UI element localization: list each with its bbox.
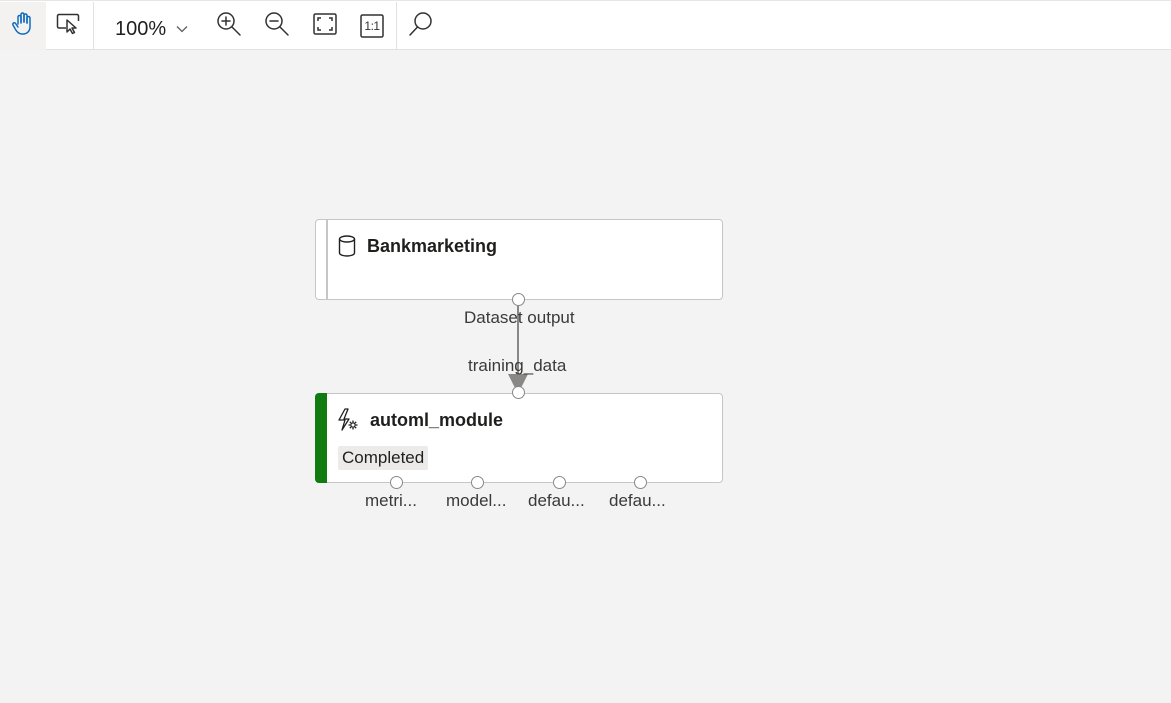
output-port-metrics[interactable] (390, 476, 403, 489)
select-tool-button[interactable] (46, 2, 92, 50)
output-port-default-2[interactable] (634, 476, 647, 489)
database-icon (337, 234, 357, 258)
pointer-select-icon (56, 13, 82, 40)
actual-size-icon: 1:1 (360, 14, 384, 38)
output-port-label: defau... (528, 491, 585, 510)
zoom-out-icon (264, 11, 290, 42)
output-port-label: metri... (365, 491, 417, 510)
pan-tool-button[interactable] (0, 2, 46, 50)
chevron-down-icon (176, 25, 188, 33)
training-data-input-port[interactable] (512, 386, 525, 399)
status-badge: Completed (338, 446, 429, 470)
actual-size-button[interactable]: 1:1 (349, 2, 395, 50)
output-port-model[interactable] (471, 476, 484, 489)
dataset-output-port[interactable] (512, 293, 525, 306)
search-button[interactable] (398, 2, 444, 50)
output-port-default-1[interactable] (553, 476, 566, 489)
node-title: automl_module (370, 410, 504, 430)
output-port-label: model... (446, 491, 507, 510)
fit-to-screen-button[interactable] (302, 2, 348, 50)
toolbar-divider (93, 2, 94, 50)
zoom-in-icon (216, 11, 242, 42)
hand-icon (11, 11, 35, 42)
dataset-output-port-label: Dataset output (464, 308, 575, 327)
zoom-out-button[interactable] (254, 2, 300, 50)
fit-screen-icon (313, 12, 337, 40)
dataset-node-bankmarketing[interactable]: Bankmarketing (315, 219, 723, 300)
node-title: Bankmarketing (367, 236, 498, 256)
node-status-bar-completed (315, 392, 327, 483)
zoom-in-button[interactable] (206, 2, 252, 50)
node-status-bar (326, 220, 328, 299)
training-data-port-label: training_data (468, 356, 567, 375)
output-port-label: defau... (609, 491, 666, 510)
canvas-toolbar: 100% 1:1 (0, 0, 1171, 52)
zoom-level-value: 100% (115, 17, 167, 40)
automl-lightning-gear-icon (336, 408, 360, 432)
zoom-level-select[interactable]: 100% (109, 7, 197, 52)
module-node-automl[interactable]: automl_module Completed (315, 392, 723, 483)
pipeline-connector-edge (508, 306, 528, 394)
actual-size-label: 1:1 (364, 19, 380, 33)
search-icon (408, 11, 434, 42)
toolbar-divider (396, 2, 397, 50)
